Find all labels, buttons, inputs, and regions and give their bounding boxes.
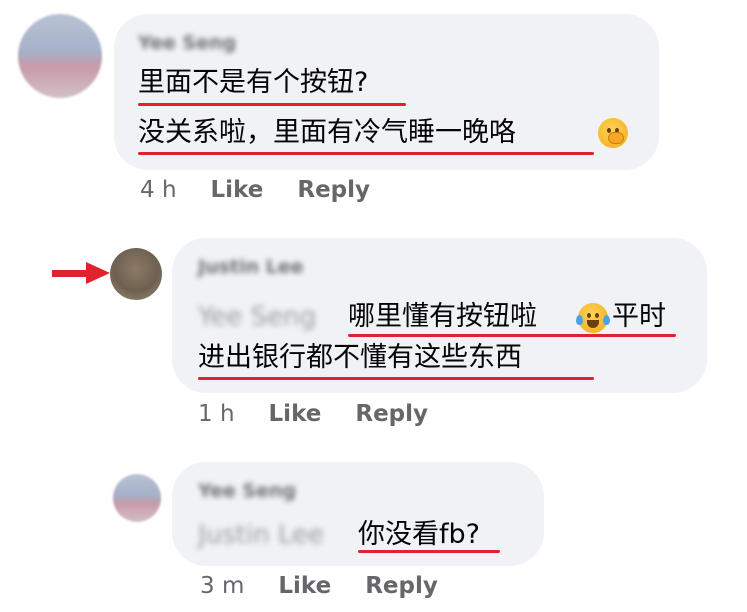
comment-text: 平时 (612, 301, 666, 332)
underline-annotation (358, 550, 500, 553)
tears-of-joy-emoji (576, 303, 610, 333)
comment-text: 进出银行都不懂有这些东西 (198, 342, 522, 373)
comment-text: 里面不是有个按钮? (138, 67, 369, 98)
comment-meta: 1 h Like Reply (198, 401, 428, 427)
like-button[interactable]: Like (278, 573, 331, 599)
mention-tag[interactable]: Yee Seng (198, 302, 316, 332)
comment-author[interactable]: Justin Lee (198, 256, 304, 278)
comment-text: 哪里懂有按钮啦 (348, 301, 537, 332)
red-arrow-icon (52, 262, 110, 284)
avatar[interactable] (110, 248, 162, 300)
reply-button[interactable]: Reply (365, 573, 438, 599)
timestamp: 3 m (200, 573, 245, 599)
like-button[interactable]: Like (211, 177, 264, 203)
mention-tag[interactable]: Justin Lee (198, 520, 324, 550)
comment-meta: 3 m Like Reply (200, 573, 438, 599)
underline-annotation (138, 103, 406, 106)
avatar[interactable] (18, 14, 102, 98)
underline-annotation (198, 377, 594, 380)
like-button[interactable]: Like (269, 401, 322, 427)
timestamp: 1 h (198, 401, 235, 427)
underline-annotation (348, 334, 676, 337)
comment-author[interactable]: Yee Seng (198, 480, 296, 502)
reply-button[interactable]: Reply (355, 401, 428, 427)
comment-text: 没关系啦，里面有冷气睡一晚咯 (138, 117, 516, 148)
reply-button[interactable]: Reply (297, 177, 370, 203)
comment-text: 你没看fb? (358, 519, 480, 550)
avatar[interactable] (113, 474, 161, 522)
comment-author[interactable]: Yee Seng (138, 32, 236, 54)
comment-meta: 4 h Like Reply (140, 177, 370, 203)
underline-annotation (138, 152, 594, 155)
timestamp: 4 h (140, 177, 177, 203)
hand-over-mouth-emoji (598, 118, 628, 148)
